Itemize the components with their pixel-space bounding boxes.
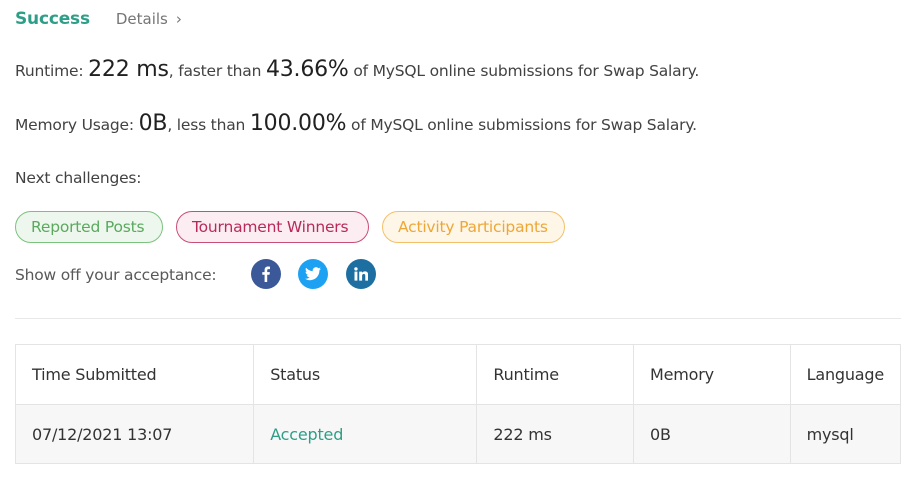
- runtime-summary: Runtime: 222 ms, faster than 43.66% of M…: [15, 57, 699, 82]
- share-row: Show off your acceptance:: [15, 265, 217, 285]
- runtime-suffix: of MySQL online submissions for Swap Sal…: [348, 62, 700, 80]
- submission-table: Time Submitted Status Runtime Memory Lan…: [14, 344, 902, 464]
- status-accepted-link[interactable]: Accepted: [270, 425, 343, 444]
- chevron-right-icon: ›: [175, 10, 182, 28]
- runtime-prefix: Runtime:: [15, 62, 89, 80]
- cell-language: mysql: [789, 404, 902, 464]
- memory-suffix: of MySQL online submissions for Swap Sal…: [346, 116, 697, 134]
- memory-middle: , less than: [167, 116, 250, 134]
- runtime-percent: 43.66%: [265, 57, 349, 82]
- facebook-icon[interactable]: [251, 259, 281, 289]
- share-label: Show off your acceptance:: [15, 266, 217, 284]
- linkedin-icon[interactable]: [346, 259, 376, 289]
- result-header: Success Details ›: [15, 8, 182, 30]
- column-header-time-submitted: Time Submitted: [14, 344, 255, 405]
- cell-time-submitted: 07/12/2021 13:07: [14, 404, 255, 464]
- twitter-icon[interactable]: [298, 259, 328, 289]
- runtime-value: 222 ms: [88, 57, 169, 82]
- next-challenges-label: Next challenges:: [15, 169, 142, 187]
- details-link[interactable]: Details ›: [116, 10, 182, 28]
- column-header-language: Language: [789, 344, 902, 405]
- memory-percent: 100.00%: [249, 111, 347, 136]
- cell-memory: 0B: [633, 404, 791, 464]
- details-label: Details: [115, 10, 168, 28]
- column-header-status: Status: [253, 344, 478, 405]
- memory-summary: Memory Usage: 0B, less than 100.00% of M…: [15, 111, 697, 136]
- next-challenges-list: Reported Posts Tournament Winners Activi…: [15, 211, 565, 243]
- challenge-chip-tournament-winners[interactable]: Tournament Winners: [176, 211, 369, 243]
- challenge-chip-activity-participants[interactable]: Activity Participants: [382, 211, 565, 243]
- divider: [15, 318, 901, 319]
- column-header-runtime: Runtime: [476, 344, 635, 405]
- cell-runtime: 222 ms: [476, 404, 635, 464]
- table-row: 07/12/2021 13:07 Accepted 222 ms 0B mysq…: [14, 404, 902, 464]
- memory-value: 0B: [138, 111, 168, 136]
- success-status: Success: [15, 9, 90, 29]
- memory-prefix: Memory Usage:: [15, 116, 139, 134]
- runtime-middle: , faster than: [168, 62, 266, 80]
- column-header-memory: Memory: [633, 344, 791, 405]
- challenge-chip-reported-posts[interactable]: Reported Posts: [15, 211, 163, 243]
- table-header-row: Time Submitted Status Runtime Memory Lan…: [14, 344, 902, 405]
